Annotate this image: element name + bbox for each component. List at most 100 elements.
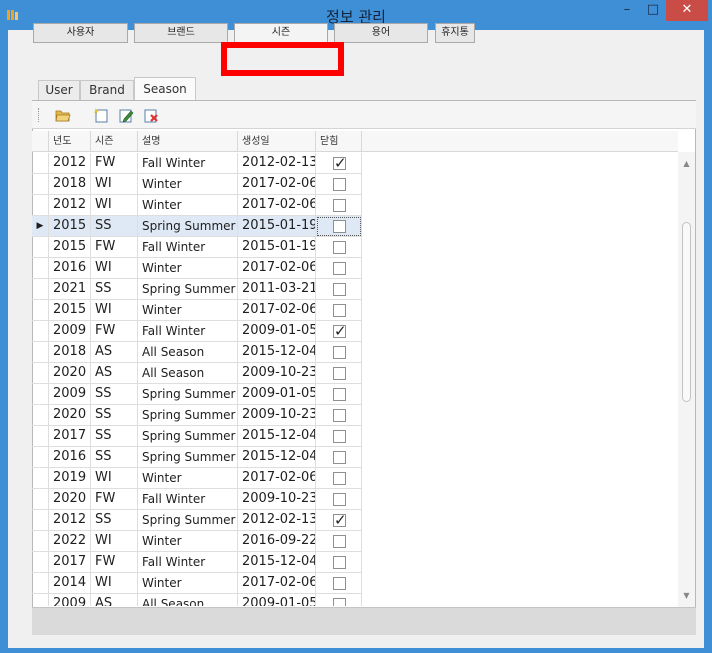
scroll-down-icon[interactable]: ▼ [678, 588, 695, 603]
season-button[interactable]: 시즌 [234, 23, 328, 43]
cell-desc[interactable]: Winter [138, 531, 238, 552]
closed-checkbox[interactable] [333, 304, 346, 317]
table-row[interactable]: 2017 SS Spring Summer 2015-12-04 [32, 426, 362, 447]
cell-desc[interactable]: Spring Summer [138, 447, 238, 468]
cell-year[interactable]: 2019 [49, 468, 91, 489]
table-row[interactable]: 2021 SS Spring Summer 2011-03-21 [32, 279, 362, 300]
vertical-scrollbar[interactable]: ▲ ▼ [678, 152, 695, 608]
maximize-button[interactable]: □ [640, 0, 666, 21]
cell-desc[interactable]: Spring Summer [138, 216, 238, 237]
closed-checkbox[interactable] [333, 472, 346, 485]
cell-closed[interactable] [316, 594, 362, 606]
cell-created[interactable]: 2015-12-04 [238, 447, 316, 468]
cell-created[interactable]: 2015-12-04 [238, 342, 316, 363]
row-header[interactable] [32, 573, 49, 594]
cell-desc[interactable]: Fall Winter [138, 237, 238, 258]
row-header[interactable] [32, 489, 49, 510]
cell-desc[interactable]: Winter [138, 195, 238, 216]
cell-created[interactable]: 2017-02-06 [238, 174, 316, 195]
cell-season[interactable]: SS [91, 510, 138, 531]
cell-year[interactable]: 2015 [49, 216, 91, 237]
cell-closed[interactable] [316, 510, 362, 531]
row-header[interactable] [32, 447, 49, 468]
cell-desc[interactable]: Fall Winter [138, 153, 238, 174]
closed-checkbox[interactable] [333, 430, 346, 443]
row-header[interactable] [32, 321, 49, 342]
scrollbar-thumb[interactable] [682, 222, 691, 402]
cell-desc[interactable]: Spring Summer [138, 384, 238, 405]
row-header[interactable] [32, 342, 49, 363]
row-header[interactable] [32, 279, 49, 300]
closed-checkbox[interactable] [333, 153, 347, 173]
cell-created[interactable]: 2017-02-06 [238, 258, 316, 279]
cell-year[interactable]: 2009 [49, 321, 91, 342]
row-indicator-icon[interactable]: ▶ [32, 216, 49, 237]
cell-created[interactable]: 2017-02-06 [238, 300, 316, 321]
row-header[interactable] [32, 258, 49, 279]
table-row[interactable]: 2012 FW Fall Winter 2012-02-13 [32, 153, 362, 174]
table-row[interactable]: 2009 FW Fall Winter 2009-01-05 [32, 321, 362, 342]
table-row[interactable]: 2009 SS Spring Summer 2009-01-05 [32, 384, 362, 405]
table-row[interactable]: 2018 WI Winter 2017-02-06 [32, 174, 362, 195]
cell-created[interactable]: 2009-01-05 [238, 384, 316, 405]
cell-created[interactable]: 2017-02-06 [238, 573, 316, 594]
closed-checkbox[interactable] [333, 199, 346, 212]
cell-year[interactable]: 2015 [49, 300, 91, 321]
row-header[interactable] [32, 300, 49, 321]
cell-created[interactable]: 2009-10-23 [238, 405, 316, 426]
cell-created[interactable]: 2016-09-22 [238, 531, 316, 552]
cell-closed[interactable] [316, 573, 362, 594]
cell-created[interactable]: 2009-10-23 [238, 489, 316, 510]
cell-closed[interactable] [316, 531, 362, 552]
closed-checkbox[interactable] [333, 598, 346, 606]
cell-desc[interactable]: Spring Summer [138, 510, 238, 531]
cell-closed[interactable] [316, 342, 362, 363]
cell-year[interactable]: 2018 [49, 174, 91, 195]
brand-button[interactable]: 브랜드 [134, 23, 228, 43]
edit-icon[interactable] [118, 107, 134, 123]
cell-season[interactable]: SS [91, 279, 138, 300]
user-button[interactable]: 사용자 [33, 23, 128, 43]
table-row[interactable]: 2020 SS Spring Summer 2009-10-23 [32, 405, 362, 426]
cell-year[interactable]: 2017 [49, 426, 91, 447]
cell-season[interactable]: FW [91, 489, 138, 510]
closed-checkbox[interactable] [333, 556, 346, 569]
table-row[interactable]: 2019 WI Winter 2017-02-06 [32, 468, 362, 489]
table-row[interactable]: 2017 FW Fall Winter 2015-12-04 [32, 552, 362, 573]
cell-closed[interactable] [316, 258, 362, 279]
cell-closed[interactable] [316, 489, 362, 510]
table-row[interactable]: 2015 FW Fall Winter 2015-01-19 [32, 237, 362, 258]
row-header[interactable] [32, 363, 49, 384]
cell-season[interactable]: SS [91, 384, 138, 405]
cell-desc[interactable]: All Season [138, 363, 238, 384]
cell-desc[interactable]: Spring Summer [138, 279, 238, 300]
tab-user[interactable]: User [38, 80, 80, 100]
row-header[interactable] [32, 594, 49, 606]
row-header[interactable] [32, 384, 49, 405]
cell-desc[interactable]: All Season [138, 342, 238, 363]
row-header[interactable] [32, 552, 49, 573]
cell-created[interactable]: 2011-03-21 [238, 279, 316, 300]
cell-season[interactable]: WI [91, 468, 138, 489]
cell-closed[interactable] [316, 552, 362, 573]
table-row[interactable]: 2022 WI Winter 2016-09-22 [32, 531, 362, 552]
cell-season[interactable]: WI [91, 300, 138, 321]
new-item-icon[interactable] [93, 107, 109, 123]
cell-created[interactable]: 2009-10-23 [238, 363, 316, 384]
cell-closed[interactable] [316, 195, 362, 216]
row-header[interactable] [32, 531, 49, 552]
cell-closed[interactable] [316, 447, 362, 468]
row-header[interactable] [32, 426, 49, 447]
cell-closed[interactable] [316, 237, 362, 258]
cell-season[interactable]: AS [91, 342, 138, 363]
cell-year[interactable]: 2012 [49, 153, 91, 174]
closed-checkbox[interactable] [333, 409, 346, 422]
row-header[interactable] [32, 237, 49, 258]
closed-checkbox[interactable] [333, 510, 347, 530]
closed-checkbox[interactable] [333, 283, 346, 296]
closed-checkbox[interactable] [333, 388, 346, 401]
table-row[interactable]: 2016 SS Spring Summer 2015-12-04 [32, 447, 362, 468]
cell-season[interactable]: WI [91, 573, 138, 594]
cell-season[interactable]: AS [91, 363, 138, 384]
open-folder-icon[interactable] [55, 107, 71, 123]
